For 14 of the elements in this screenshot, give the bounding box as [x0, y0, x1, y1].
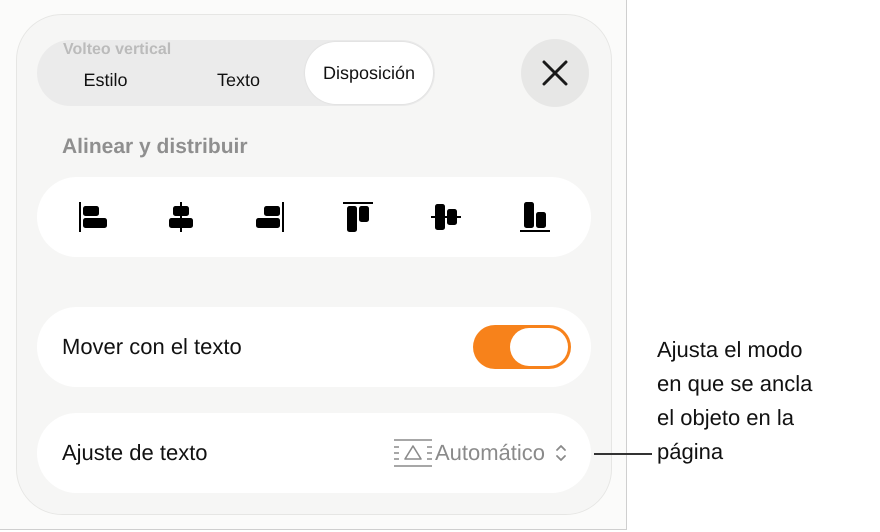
close-icon — [542, 60, 568, 86]
leader-line — [594, 453, 652, 454]
tab[interactable]: Texto — [172, 65, 305, 95]
text-wrap-icon — [392, 438, 433, 468]
callout-text: Ajusta el modo en que se ancla el objeto en la página — [657, 336, 814, 466]
align-bottom-icon — [518, 200, 552, 234]
row-label: Ajuste de texto — [62, 440, 208, 466]
chevron-icon — [555, 443, 567, 463]
row-label: Mover con el texto — [62, 334, 242, 360]
toggle-switch[interactable] — [473, 325, 571, 369]
tab[interactable]: Disposición — [305, 42, 433, 104]
section-title: Alinear y distribuir — [62, 135, 249, 160]
align-top-icon — [341, 200, 376, 234]
tab[interactable]: Estilo — [39, 65, 172, 95]
